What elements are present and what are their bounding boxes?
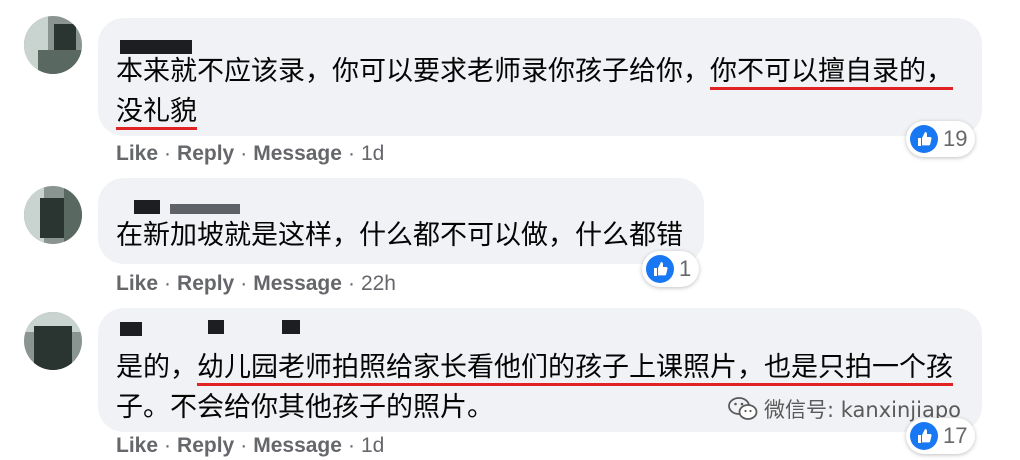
message-link[interactable]: Message xyxy=(253,434,342,457)
comment-text: 在新加坡就是这样，什么都不可以做，什么都错 xyxy=(116,220,683,251)
timestamp[interactable]: 1d xyxy=(361,434,384,457)
avatar[interactable] xyxy=(24,312,82,370)
reaction-count: 19 xyxy=(943,126,968,151)
reply-link[interactable]: Reply xyxy=(177,142,234,165)
wechat-icon xyxy=(728,397,758,420)
thumbs-up-icon xyxy=(910,125,938,153)
comment-actions: Like · Reply · Message · 1d xyxy=(116,434,385,457)
like-link[interactable]: Like xyxy=(116,272,158,295)
author-name-redacted[interactable] xyxy=(208,320,224,334)
avatar[interactable] xyxy=(24,16,82,74)
comment-bubble: 在新加坡就是这样，什么都不可以做，什么都错 xyxy=(98,178,704,264)
author-name-redacted[interactable] xyxy=(134,200,160,214)
author-name-redacted[interactable] xyxy=(120,322,142,336)
comment-actions: Like · Reply · Message · 22h xyxy=(116,272,396,295)
avatar[interactable] xyxy=(24,186,82,244)
reply-link[interactable]: Reply xyxy=(177,434,234,457)
reaction-count-badge[interactable]: 1 xyxy=(642,251,700,287)
author-name-redacted[interactable] xyxy=(170,204,240,214)
message-link[interactable]: Message xyxy=(253,272,342,295)
reaction-count-badge[interactable]: 19 xyxy=(906,121,976,157)
reaction-count: 17 xyxy=(943,423,968,448)
like-link[interactable]: Like xyxy=(116,434,158,457)
like-link[interactable]: Like xyxy=(116,142,158,165)
comment-bubble: 本来就不应该录，你可以要求老师录你孩子给你，你不可以擅自录的， 没礼貌 xyxy=(98,18,982,136)
message-link[interactable]: Message xyxy=(253,142,342,165)
thumbs-up-icon xyxy=(910,422,938,450)
comment-actions: Like · Reply · Message · 1d xyxy=(116,142,385,165)
timestamp[interactable]: 22h xyxy=(361,272,396,295)
reaction-count: 1 xyxy=(679,256,692,281)
reply-link[interactable]: Reply xyxy=(177,272,234,295)
comment-text: 本来就不应该录，你可以要求老师录你孩子给你，你不可以擅自录的， 没礼貌 xyxy=(116,56,953,127)
timestamp[interactable]: 1d xyxy=(361,142,384,165)
reaction-count-badge[interactable]: 17 xyxy=(906,418,976,454)
author-name-redacted[interactable] xyxy=(282,320,300,334)
thumbs-up-icon xyxy=(646,255,674,283)
